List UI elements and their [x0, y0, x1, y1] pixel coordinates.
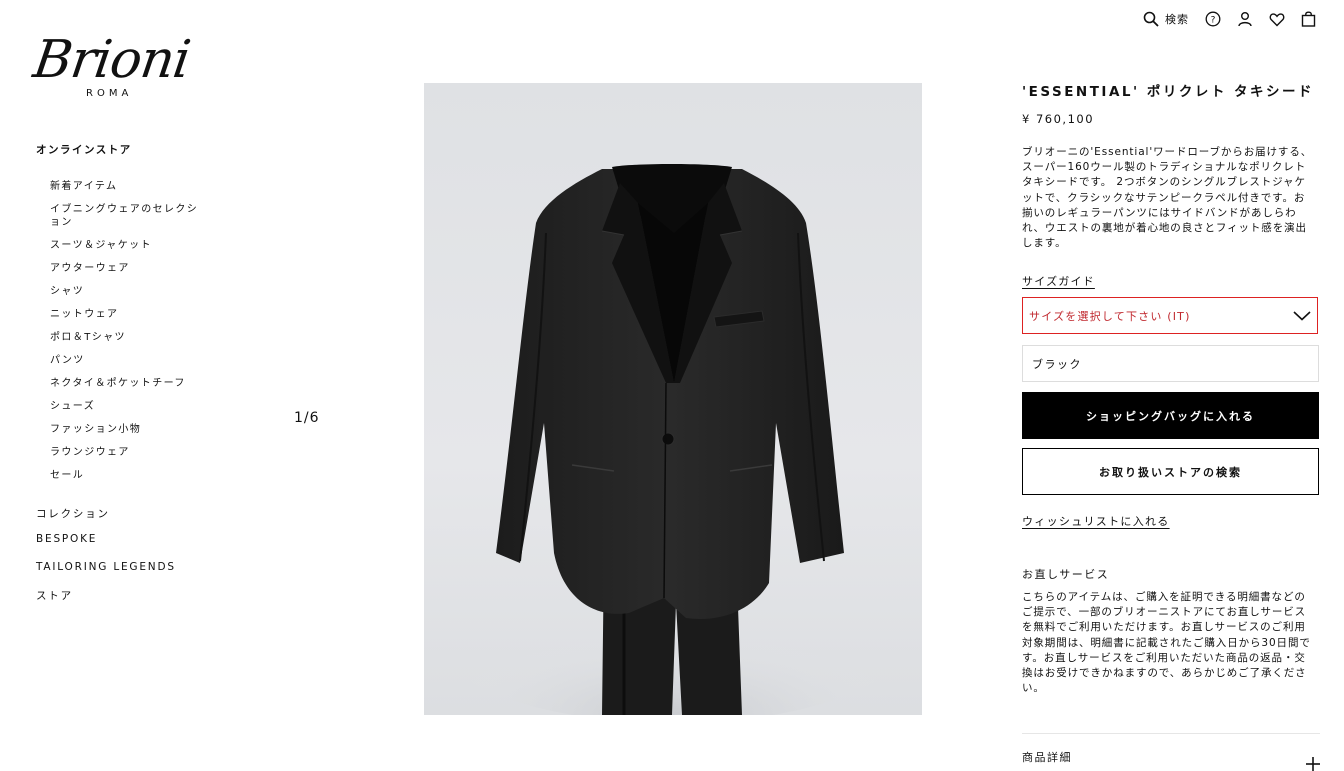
nav-item-suits-jackets[interactable]: スーツ＆ジャケット — [50, 235, 200, 258]
account-icon — [1238, 12, 1252, 27]
main-nav: コレクション BESPOKE TAILORING LEGENDS ストア — [36, 506, 176, 615]
tuxedo-illustration — [443, 164, 903, 715]
online-store-heading[interactable]: オンラインストア — [36, 142, 132, 157]
find-in-store-button[interactable]: お取り扱いストアの検索 — [1022, 448, 1319, 495]
nav-item-store[interactable]: ストア — [36, 588, 176, 615]
product-title: 'ESSENTIAL' ポリクレト タキシード — [1022, 84, 1315, 100]
nav-item-new-arrivals[interactable]: 新着アイテム — [50, 176, 200, 199]
size-guide-link[interactable]: サイズガイド — [1022, 273, 1095, 289]
nav-item-outerwear[interactable]: アウターウェア — [50, 258, 200, 281]
nav-item-knitwear[interactable]: ニットウェア — [50, 304, 200, 327]
alteration-service-title: お直しサービス — [1022, 568, 1110, 581]
product-details-accordion[interactable]: 商品詳細 — [1022, 733, 1320, 771]
shopping-bag-icon — [1301, 11, 1316, 27]
nav-item-loungewear[interactable]: ラウンジウェア — [50, 442, 200, 465]
add-to-bag-button[interactable]: ショッピングバッグに入れる — [1022, 392, 1319, 439]
nav-item-polo-tshirts[interactable]: ポロ＆Tシャツ — [50, 327, 200, 350]
nav-item-eveningwear[interactable]: イブニングウェアのセレクション — [50, 199, 200, 235]
alteration-service-text: こちらのアイテムは、ご購入を証明できる明細書などのご提示で、一部のブリオーニスト… — [1022, 591, 1311, 695]
brand-logo[interactable]: Brioni ROMA — [30, 30, 196, 104]
product-price: ¥ 760,100 — [1022, 112, 1095, 126]
gallery-counter: 1/6 — [294, 410, 320, 426]
header-utilities: 検索 ? — [1127, 9, 1316, 29]
size-select[interactable]: サイズを選択して下さい (IT) — [1022, 297, 1318, 334]
search-button[interactable]: 検索 — [1143, 9, 1189, 29]
logo-subtitle: ROMA — [86, 88, 133, 99]
nav-item-shoes[interactable]: シューズ — [50, 396, 200, 419]
nav-item-pants[interactable]: パンツ — [50, 350, 200, 373]
chevron-down-icon — [1293, 310, 1311, 321]
svg-text:?: ? — [1211, 16, 1216, 26]
help-icon: ? — [1205, 11, 1221, 27]
nav-item-collection[interactable]: コレクション — [36, 506, 176, 533]
nav-item-ties[interactable]: ネクタイ＆ポケットチーフ — [50, 373, 200, 396]
account-button[interactable] — [1237, 9, 1253, 29]
nav-item-tailoring-legends[interactable]: TAILORING LEGENDS — [36, 561, 176, 588]
logo-wordmark: Brioni — [29, 30, 194, 90]
size-select-placeholder: サイズを選択して下さい (IT) — [1029, 309, 1191, 323]
add-to-wishlist-link[interactable]: ウィッシュリストに入れる — [1022, 513, 1170, 529]
wishlist-heart-icon — [1269, 12, 1285, 26]
color-field[interactable]: ブラック — [1022, 345, 1319, 382]
search-label: 検索 — [1165, 13, 1189, 26]
product-description: ブリオーニの'Essential'ワードローブからお届けする、スーパー160ウー… — [1022, 146, 1313, 250]
search-icon — [1143, 11, 1159, 27]
nav-item-accessories[interactable]: ファッション小物 — [50, 419, 200, 442]
shopping-bag-button[interactable] — [1301, 9, 1316, 29]
category-nav: 新着アイテム イブニングウェアのセレクション スーツ＆ジャケット アウターウェア… — [50, 176, 200, 488]
product-image[interactable] — [424, 83, 922, 715]
help-button[interactable]: ? — [1205, 9, 1221, 29]
nav-item-shirts[interactable]: シャツ — [50, 281, 200, 304]
nav-item-bespoke[interactable]: BESPOKE — [36, 533, 176, 560]
wishlist-button[interactable] — [1269, 9, 1285, 29]
nav-item-sale[interactable]: セール — [50, 465, 200, 488]
product-details-label: 商品詳細 — [1022, 751, 1072, 764]
